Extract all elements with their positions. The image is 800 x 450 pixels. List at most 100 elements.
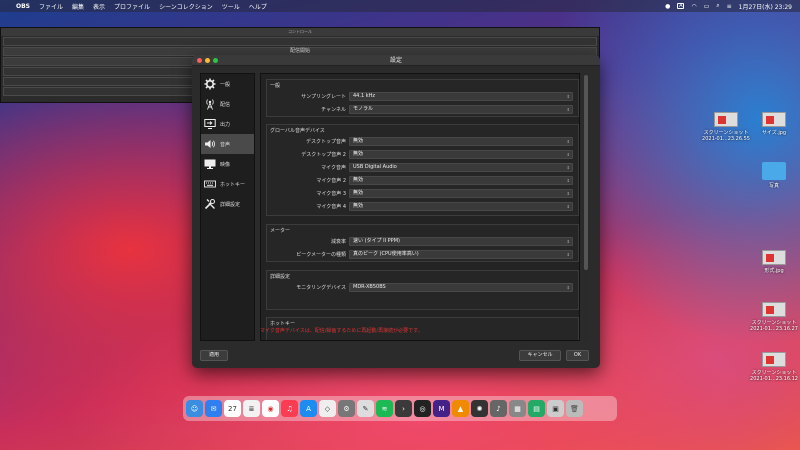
desktop-file-screenshot-1[interactable]: スクリーンショット 2021-01...23.26.55 bbox=[700, 112, 752, 142]
nav-stream[interactable]: 配信 bbox=[201, 94, 254, 114]
mic-audio-4-select[interactable]: 無効 ⇕ bbox=[349, 202, 573, 211]
calculator-icon[interactable]: ▦ bbox=[509, 400, 526, 417]
sample-rate-select[interactable]: 44.1 kHz ⇕ bbox=[349, 92, 573, 101]
setting-row: マイク音声 USB Digital Audio ⇕ bbox=[267, 163, 579, 172]
menu-view[interactable]: 表示 bbox=[93, 2, 105, 11]
updown-arrow-icon: ⇕ bbox=[566, 204, 570, 209]
nav-label: 出力 bbox=[220, 121, 231, 128]
scene-icon[interactable]: ▤ bbox=[528, 400, 545, 417]
mkv-icon[interactable]: M bbox=[433, 400, 450, 417]
vlc-icon[interactable]: ▲ bbox=[452, 400, 469, 417]
menu-file[interactable]: ファイル bbox=[39, 2, 63, 11]
channels-label: チャンネル bbox=[321, 107, 346, 113]
settings-titlebar[interactable]: 設定 bbox=[192, 55, 600, 66]
trash-icon[interactable]: 🗑 bbox=[566, 400, 583, 417]
input-source-icon[interactable]: A bbox=[677, 3, 685, 9]
davinci-resolve-icon[interactable]: ✺ bbox=[471, 400, 488, 417]
desktop-file-format-jpg[interactable]: 形式.jpg bbox=[748, 250, 800, 274]
section-title: 一般 bbox=[270, 83, 281, 89]
menu-tools[interactable]: ツール bbox=[222, 2, 240, 11]
menu-scene-collection[interactable]: シーンコレクション bbox=[159, 2, 213, 11]
spotify-icon[interactable]: ≋ bbox=[376, 400, 393, 417]
sketch-icon[interactable]: ◇ bbox=[319, 400, 336, 417]
mic-audio-3-select[interactable]: 無効 ⇕ bbox=[349, 189, 573, 198]
desktop-audio-2-label: デスクトップ音声 2 bbox=[301, 152, 346, 158]
updown-arrow-icon: ⇕ bbox=[566, 252, 570, 257]
terminal-icon[interactable]: › bbox=[395, 400, 412, 417]
speaker-icon bbox=[204, 138, 216, 150]
nav-general[interactable]: 一般 bbox=[201, 74, 254, 94]
keyboard-icon bbox=[204, 178, 216, 190]
setting-row: ピークメーターの種類 真のピーク (CPU使用率高い) ⇕ bbox=[267, 250, 579, 259]
chrome-icon[interactable]: ◉ bbox=[262, 400, 279, 417]
restart-warning: マイク音声デバイスは、配信/録画するために再起動/再接続が必要です。 bbox=[260, 328, 423, 334]
setting-row: マイク音声 2 無効 ⇕ bbox=[267, 176, 579, 185]
setting-row: マイク音声 4 無効 ⇕ bbox=[267, 202, 579, 211]
desktop-audio-2-select[interactable]: 無効 ⇕ bbox=[349, 150, 573, 159]
desktop-file-label: 形式.jpg bbox=[764, 268, 784, 274]
updown-arrow-icon: ⇕ bbox=[566, 165, 570, 170]
menu-help[interactable]: ヘルプ bbox=[249, 2, 267, 11]
ok-button[interactable]: OK bbox=[566, 350, 589, 361]
mic-audio-2-label: マイク音声 2 bbox=[316, 178, 346, 184]
nav-video[interactable]: 映像 bbox=[201, 154, 254, 174]
nav-label: 詳細設定 bbox=[220, 201, 241, 208]
finder-icon[interactable]: ☺ bbox=[186, 400, 203, 417]
mic-audio-select[interactable]: USB Digital Audio ⇕ bbox=[349, 163, 573, 172]
wifi-icon[interactable]: ◠ bbox=[691, 3, 696, 10]
peak-meter-type-select[interactable]: 真のピーク (CPU使用率高い) ⇕ bbox=[349, 250, 573, 259]
desktop-file-screenshot-3[interactable]: スクリーンショット 2021-01...23.16.12 bbox=[748, 352, 800, 382]
decay-rate-select[interactable]: 速い (タイプ II PPM) ⇕ bbox=[349, 237, 573, 246]
dock: ☺ ✉ 27 ≣ ◉ ♫ A ◇ ⚙ ✎ ≋ › ◎ M ▲ ✺ ♪ ▦ ▤ ▣… bbox=[183, 396, 617, 421]
nav-output[interactable]: 出力 bbox=[201, 114, 254, 134]
menu-bar: OBS ファイル 編集 表示 プロファイル シーンコレクション ツール ヘルプ … bbox=[0, 0, 800, 12]
setting-row: デスクトップ音声 2 無効 ⇕ bbox=[267, 150, 579, 159]
desktop-audio-label: デスクトップ音声 bbox=[305, 139, 346, 145]
system-preferences-icon[interactable]: ⚙ bbox=[338, 400, 355, 417]
nav-audio[interactable]: 音声 bbox=[201, 134, 254, 154]
section-title: 詳細設定 bbox=[270, 274, 291, 280]
desktop-file-label: スクリーンショット 2021-01...23.16.27 bbox=[750, 320, 798, 332]
section-title: メーター bbox=[270, 228, 291, 234]
channels-select[interactable]: モノラル ⇕ bbox=[349, 105, 573, 114]
nav-hotkeys[interactable]: ホットキー bbox=[201, 174, 254, 194]
zoom-window-icon[interactable] bbox=[213, 58, 218, 63]
audio-settings-panel: 一般 サンプリングレート 44.1 kHz ⇕ チャンネル モノラル ⇕ グローバル… bbox=[260, 73, 580, 341]
battery-icon[interactable]: ▭ bbox=[704, 3, 710, 10]
mic-audio-2-select[interactable]: 無効 ⇕ bbox=[349, 176, 573, 185]
mail-icon[interactable]: ✉ bbox=[205, 400, 222, 417]
app-store-icon[interactable]: A bbox=[300, 400, 317, 417]
close-window-icon[interactable] bbox=[197, 58, 202, 63]
notes-icon[interactable]: ≣ bbox=[243, 400, 260, 417]
menubar-clock[interactable]: 1月27日(水) 23:29 bbox=[739, 2, 792, 11]
menu-profile[interactable]: プロファイル bbox=[114, 2, 150, 11]
recording-icon[interactable]: ● bbox=[665, 3, 670, 10]
monitoring-device-select[interactable]: MDR-XB50BS ⇕ bbox=[349, 283, 573, 292]
controls-blank-button[interactable] bbox=[3, 37, 597, 46]
textedit-icon[interactable]: ✎ bbox=[357, 400, 374, 417]
sample-rate-label: サンプリングレート bbox=[301, 94, 346, 100]
desktop-file-screenshot-2[interactable]: スクリーンショット 2021-01...23.16.27 bbox=[748, 302, 800, 332]
settings-sidebar: 一般 配信 出力 音声 映像 ホットキー 詳細設定 bbox=[200, 73, 255, 341]
desktop-audio-select[interactable]: 無効 ⇕ bbox=[349, 137, 573, 146]
menu-edit[interactable]: 編集 bbox=[72, 2, 84, 11]
obs-icon[interactable]: ◎ bbox=[414, 400, 431, 417]
section-general: 一般 サンプリングレート 44.1 kHz ⇕ チャンネル モノラル ⇕ bbox=[266, 79, 579, 117]
minimize-window-icon[interactable] bbox=[205, 58, 210, 63]
control-center-icon[interactable]: ≡ bbox=[727, 3, 732, 10]
desktop-file-size-jpg[interactable]: サイズ.jpg bbox=[748, 112, 800, 136]
cancel-button[interactable]: キャンセル bbox=[519, 350, 561, 361]
section-advanced: 詳細設定 モニタリングデバイス MDR-XB50BS ⇕ bbox=[266, 270, 579, 310]
calendar-icon[interactable]: 27 bbox=[224, 400, 241, 417]
updown-arrow-icon: ⇕ bbox=[566, 152, 570, 157]
audio-tool-icon[interactable]: ♪ bbox=[490, 400, 507, 417]
music-icon[interactable]: ♫ bbox=[281, 400, 298, 417]
menu-app-obs[interactable]: OBS bbox=[16, 3, 30, 10]
search-icon[interactable]: ⌕ bbox=[716, 2, 719, 10]
scrollbar-thumb[interactable] bbox=[584, 75, 588, 270]
preview-icon[interactable]: ▣ bbox=[547, 400, 564, 417]
desktop-folder-photos[interactable]: 写真 bbox=[748, 162, 800, 189]
nav-advanced[interactable]: 詳細設定 bbox=[201, 194, 254, 214]
settings-scrollbar[interactable] bbox=[583, 73, 589, 341]
apply-button[interactable]: 適用 bbox=[200, 350, 228, 361]
